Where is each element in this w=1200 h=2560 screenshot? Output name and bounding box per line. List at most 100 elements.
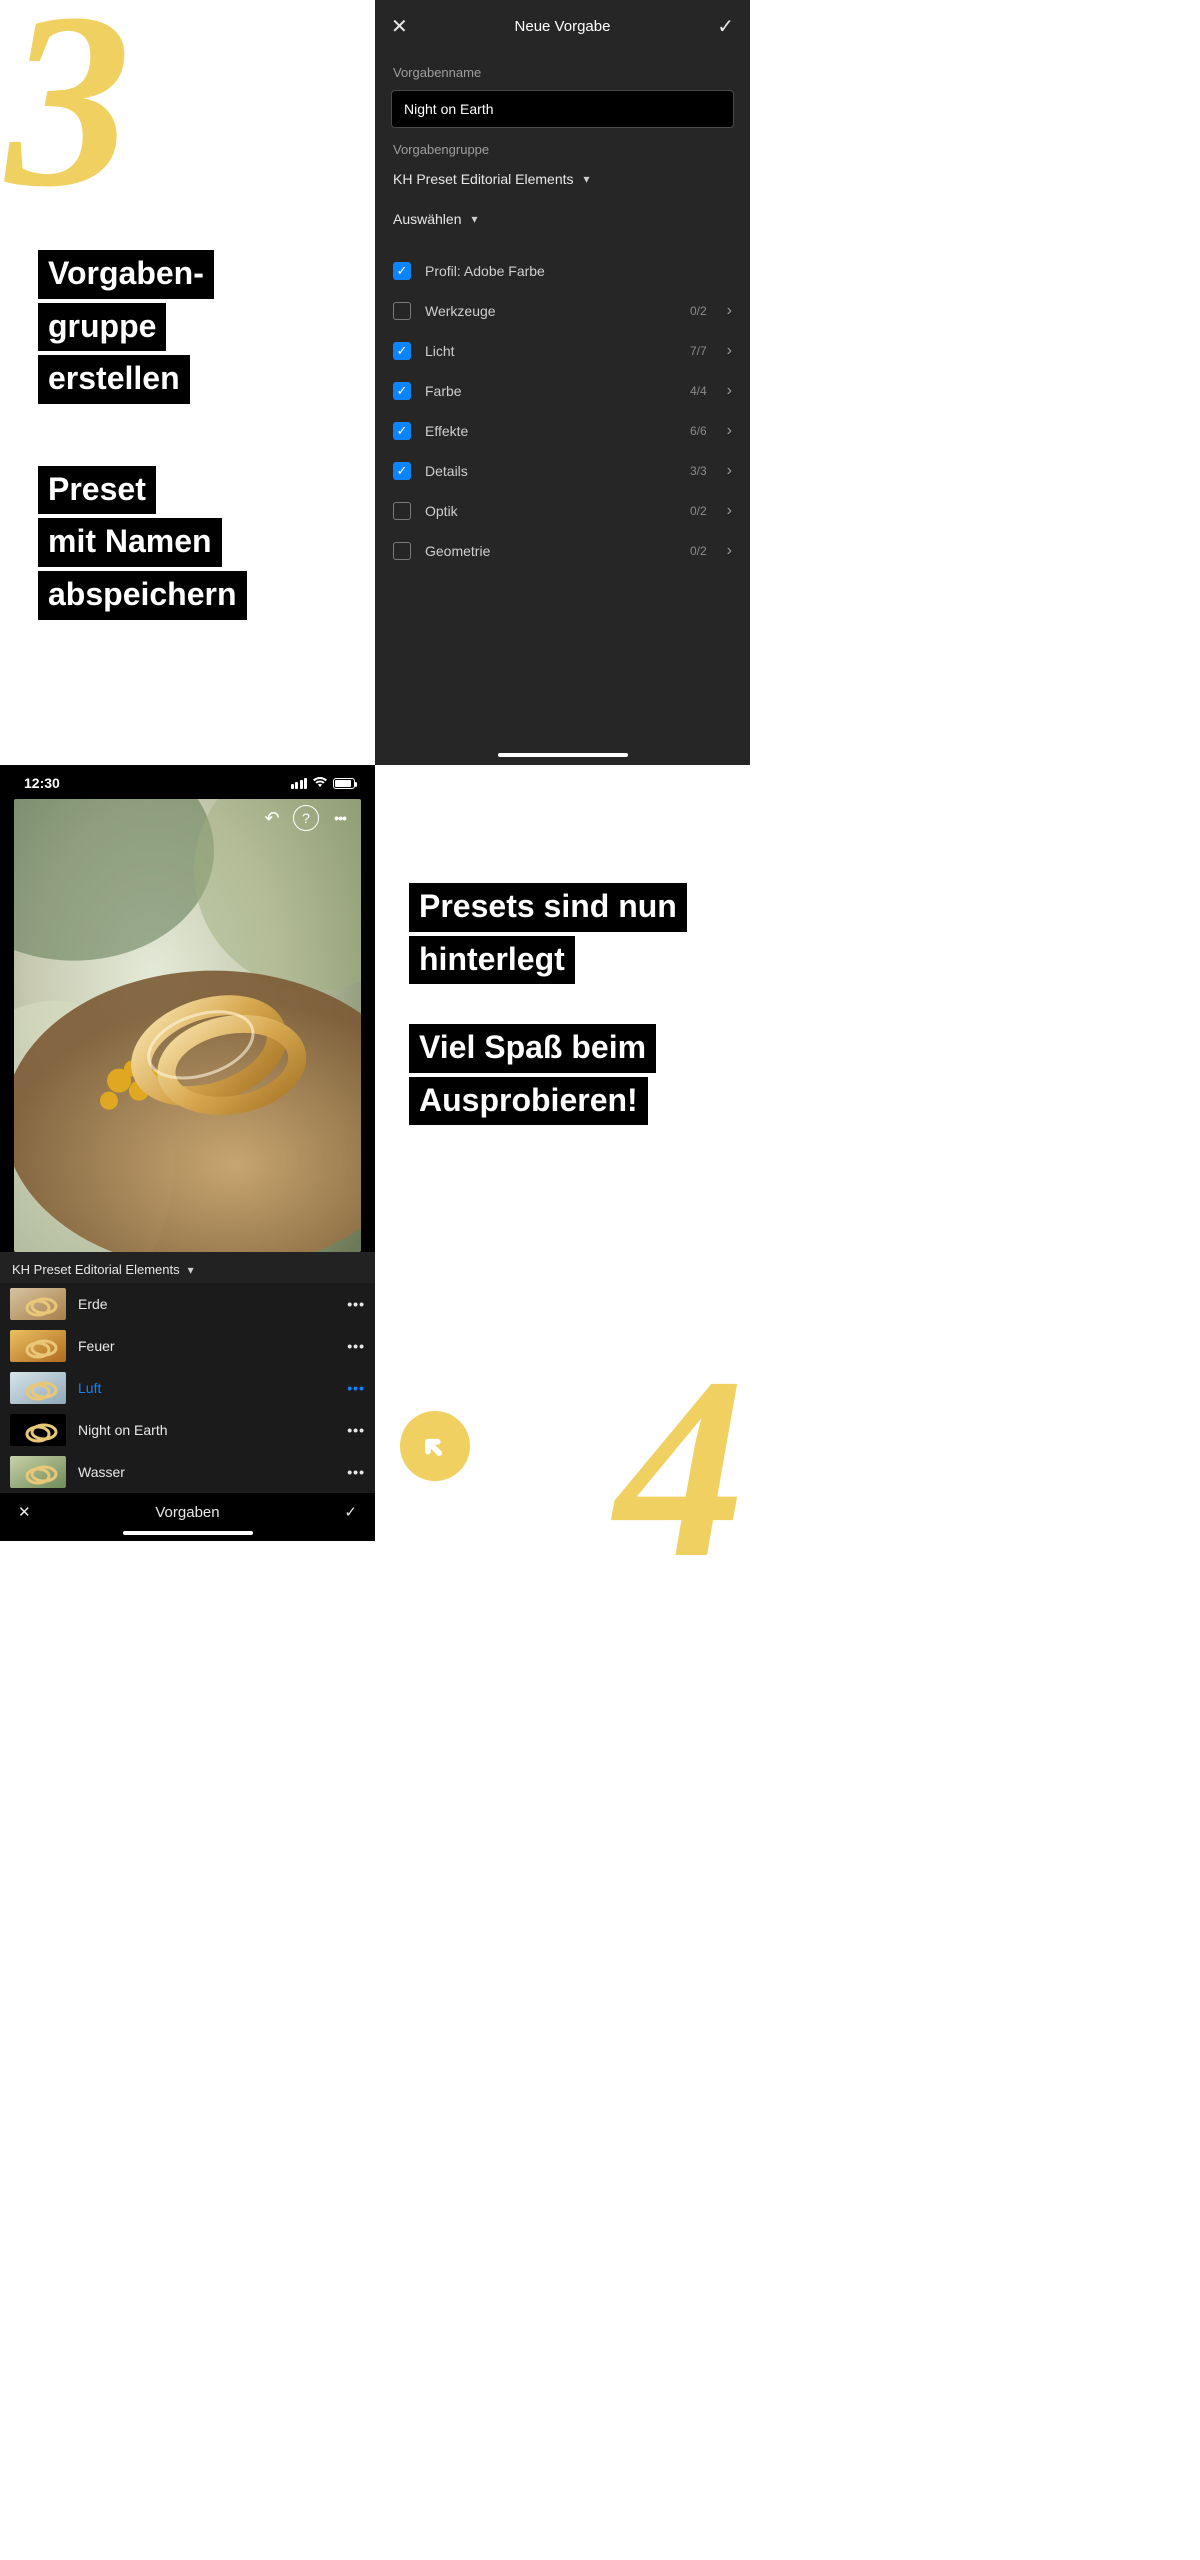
bottom-bar: ✕ Vorgaben ✓ [0, 1493, 375, 1525]
confirm-icon[interactable]: ✓ [344, 1503, 357, 1521]
checkbox-icon[interactable]: ✓ [393, 422, 411, 440]
setting-label: Details [425, 463, 676, 479]
instruction-line: Presets sind nun [409, 883, 687, 932]
setting-count: 3/3 [690, 464, 707, 478]
setting-label: Geometrie [425, 543, 676, 559]
setting-count: 0/2 [690, 504, 707, 518]
preset-row[interactable]: Luft ••• [0, 1367, 375, 1409]
close-icon[interactable]: ✕ [391, 14, 408, 39]
instruction-line: Preset [38, 466, 156, 515]
home-indicator [123, 1531, 253, 1535]
preset-group-dropdown[interactable]: KH Preset Editorial Elements ▾ [375, 171, 750, 187]
select-toggle[interactable]: Auswählen ▾ [375, 211, 750, 227]
confirm-icon[interactable]: ✓ [717, 14, 734, 39]
step-number-4: 4 [615, 1358, 745, 1579]
preset-thumbnail [10, 1288, 66, 1320]
instruction-line: mit Namen [38, 518, 222, 567]
home-indicator [498, 753, 628, 757]
instruction-line: erstellen [38, 355, 190, 404]
preset-name: Wasser [78, 1464, 125, 1480]
chevron-down-icon: ▾ [472, 212, 478, 226]
setting-label: Werkzeuge [425, 303, 676, 319]
preset-name: Luft [78, 1380, 101, 1396]
instruction-line: hinterlegt [409, 936, 575, 985]
setting-count: 4/4 [690, 384, 707, 398]
preset-thumbnail [10, 1372, 66, 1404]
preset-thumbnail [10, 1414, 66, 1446]
setting-label: Effekte [425, 423, 676, 439]
setting-item[interactable]: Geometrie0/2› [375, 531, 750, 571]
instruction-save-preset: Preset mit Namen abspeichern [38, 466, 337, 620]
checkbox-icon[interactable]: ✓ [393, 382, 411, 400]
select-label: Auswählen [393, 211, 462, 227]
setting-count: 0/2 [690, 304, 707, 318]
bottom-bar-title: Vorgaben [155, 1504, 219, 1521]
setting-item[interactable]: ✓ Effekte 6/6 › [375, 411, 750, 451]
preset-row[interactable]: Erde••• [0, 1283, 375, 1325]
chevron-right-icon: › [727, 462, 732, 480]
setting-item[interactable]: ✓ Farbe 4/4 › [375, 371, 750, 411]
phone-preview: 12:30 [0, 765, 375, 1541]
arrow-up-left-badge [400, 1411, 470, 1481]
chevron-right-icon: › [727, 422, 732, 440]
more-icon[interactable]: ••• [347, 1422, 365, 1438]
preset-name-label: Vorgabenname [375, 65, 750, 80]
setting-count: 6/6 [690, 424, 707, 438]
preset-name-input[interactable]: Night on Earth [391, 90, 734, 128]
preset-row[interactable]: Night on Earth ••• [0, 1409, 375, 1451]
more-icon[interactable]: ••• [347, 1380, 365, 1396]
instruction-enjoy: Viel Spaß beim Ausprobieren! [409, 1024, 716, 1125]
setting-label: Licht [425, 343, 676, 359]
more-icon[interactable] [327, 805, 353, 831]
chevron-down-icon: ▾ [188, 1263, 194, 1277]
preset-group-dropdown[interactable]: KH Preset Editorial Elements ▾ [0, 1252, 375, 1283]
setting-item[interactable]: Optik 0/2 › [375, 491, 750, 531]
preset-row[interactable]: Feuer ••• [0, 1325, 375, 1367]
chevron-right-icon: › [727, 502, 732, 520]
preset-group-name: KH Preset Editorial Elements [12, 1262, 180, 1277]
more-icon[interactable]: ••• [347, 1296, 365, 1312]
instruction-create-group: Vorgaben- gruppe erstellen [38, 250, 337, 404]
panel-title: Neue Vorgabe [515, 18, 611, 35]
checkbox-icon[interactable]: ✓ [393, 262, 411, 280]
close-icon[interactable]: ✕ [18, 1503, 31, 1521]
step-number-3: 3 [6, 0, 131, 208]
status-time: 12:30 [24, 775, 60, 791]
instruction-line: Viel Spaß beim [409, 1024, 656, 1073]
setting-count: 7/7 [690, 344, 707, 358]
preset-name: Feuer [78, 1338, 115, 1354]
checkbox-icon[interactable] [393, 542, 411, 560]
setting-label: Farbe [425, 383, 676, 399]
battery-icon [333, 778, 355, 789]
preset-settings-list: ✓ Profil: Adobe Farbe Werkzeuge 0/2 › ✓ Licht 7… [375, 251, 750, 571]
setting-item[interactable]: ✓ Details 3/3 › [375, 451, 750, 491]
setting-label: Optik [425, 503, 676, 519]
status-bar: 12:30 [0, 765, 375, 795]
setting-label: Profil: Adobe Farbe [425, 263, 732, 279]
chevron-down-icon: ▾ [584, 172, 590, 186]
undo-icon[interactable]: ↶ [259, 805, 285, 831]
preset-name: Night on Earth [78, 1422, 168, 1438]
instruction-line: Ausprobieren! [409, 1077, 648, 1126]
instruction-stored: Presets sind nun hinterlegt [409, 883, 716, 984]
setting-item[interactable]: ✓ Licht 7/7 › [375, 331, 750, 371]
checkbox-icon[interactable] [393, 502, 411, 520]
checkbox-icon[interactable] [393, 302, 411, 320]
instruction-line: gruppe [38, 303, 166, 352]
preset-group-label: Vorgabengruppe [375, 142, 750, 157]
new-preset-panel: ✕ Neue Vorgabe ✓ Vorgabenname Night on E… [375, 0, 750, 765]
more-icon[interactable]: ••• [347, 1464, 365, 1480]
preset-row[interactable]: Wasser ••• [0, 1451, 375, 1493]
chevron-right-icon: › [727, 542, 732, 560]
chevron-right-icon: › [727, 342, 732, 360]
instruction-line: Vorgaben- [38, 250, 214, 299]
setting-item[interactable]: ✓ Profil: Adobe Farbe [375, 251, 750, 291]
preset-group-value: KH Preset Editorial Elements [393, 171, 574, 187]
help-icon[interactable]: ? [293, 805, 319, 831]
chevron-right-icon: › [727, 382, 732, 400]
checkbox-icon[interactable]: ✓ [393, 342, 411, 360]
photo-preview[interactable]: ↶ ? [14, 799, 361, 1252]
checkbox-icon[interactable]: ✓ [393, 462, 411, 480]
setting-item[interactable]: Werkzeuge0/2› [375, 291, 750, 331]
more-icon[interactable]: ••• [347, 1338, 365, 1354]
